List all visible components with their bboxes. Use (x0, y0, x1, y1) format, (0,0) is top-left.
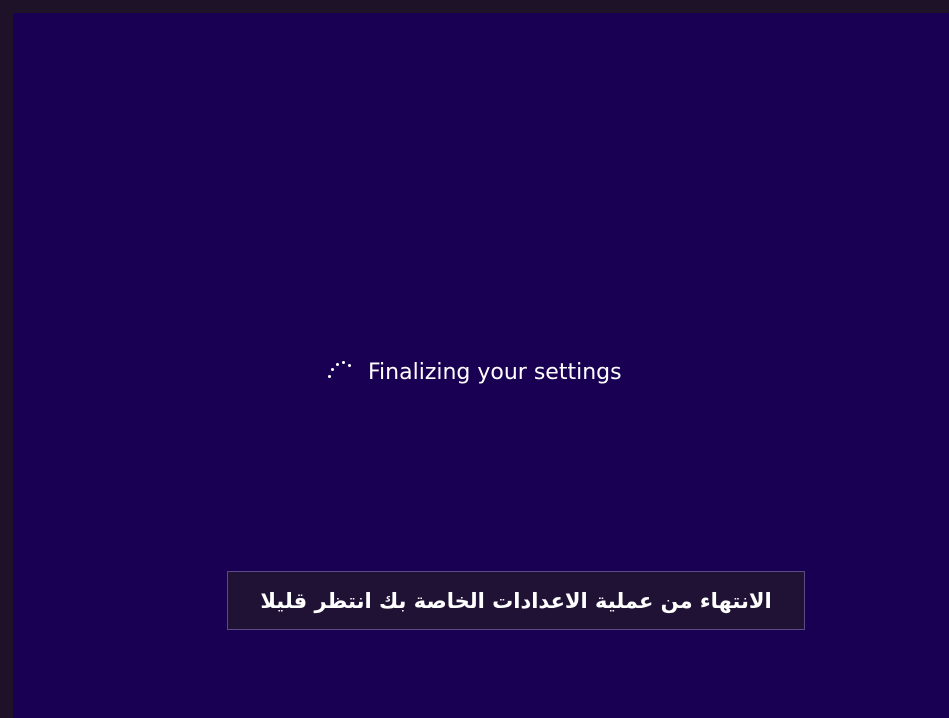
screen: Finalizing your settings الانتهاء من عمل… (0, 0, 949, 718)
caption-overlay: الانتهاء من عملية الاعدادات الخاصة بك ان… (227, 571, 805, 630)
loading-spinner-icon (326, 359, 352, 385)
setup-status: Finalizing your settings (326, 354, 622, 390)
caption-text: الانتهاء من عملية الاعدادات الخاصة بك ان… (260, 588, 772, 613)
status-message: Finalizing your settings (368, 359, 622, 385)
